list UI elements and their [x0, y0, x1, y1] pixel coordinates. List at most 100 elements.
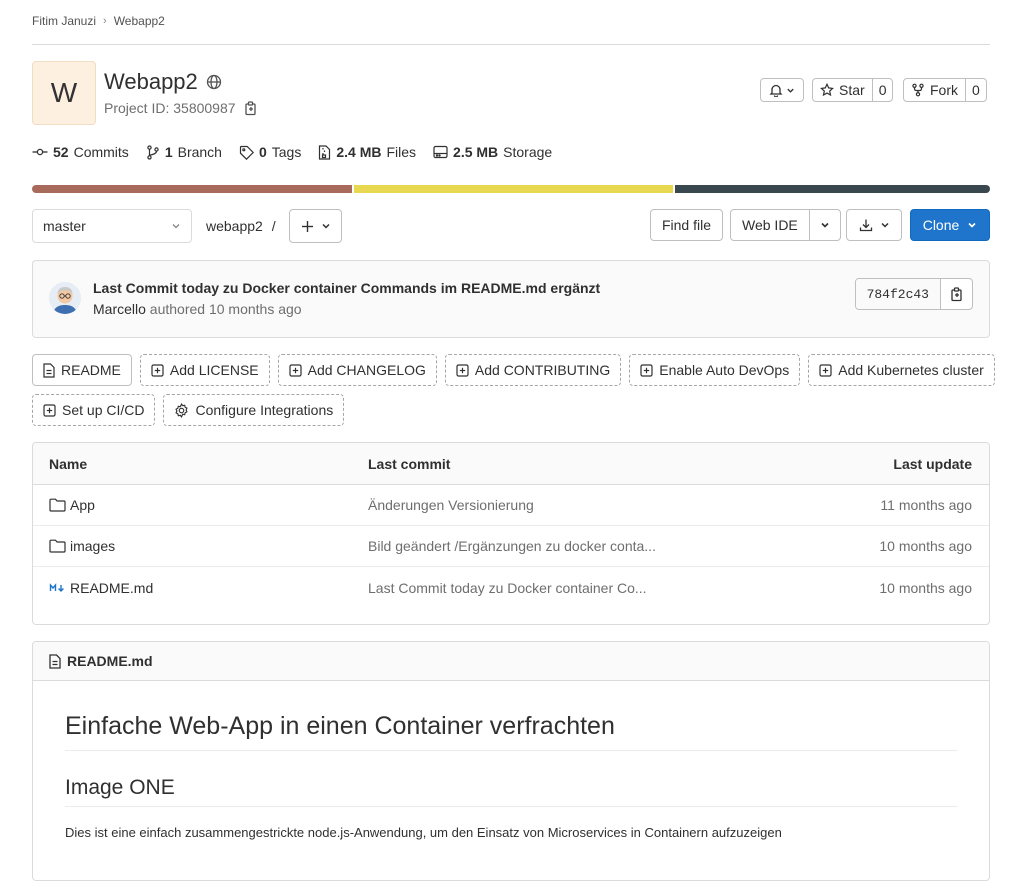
chevron-down-icon [967, 220, 977, 230]
commits-stat[interactable]: 52 Commits [32, 144, 129, 160]
commit-sha[interactable]: 784f2c43 [855, 279, 940, 309]
quick-action-label: Add CHANGELOG [307, 362, 426, 378]
file-name[interactable]: App [70, 497, 95, 513]
project-title[interactable]: Webapp2 [104, 69, 198, 95]
add-file-dropdown[interactable] [289, 209, 342, 243]
find-file-button[interactable]: Find file [650, 209, 723, 241]
clone-dropdown[interactable]: Clone [910, 209, 990, 241]
column-header-name: Name [49, 455, 88, 472]
fork-icon [911, 83, 925, 97]
notification-dropdown[interactable] [760, 78, 804, 102]
copy-icon[interactable] [244, 100, 258, 116]
storage-size: 2.5 MB [453, 144, 499, 160]
quick-action-button[interactable]: Set up CI/CD [32, 394, 156, 426]
file-last-commit[interactable]: Last Commit today zu Docker container Co… [368, 580, 798, 596]
commit-authored-label: authored [149, 301, 206, 317]
quick-action-button[interactable]: Add CHANGELOG [277, 354, 437, 386]
table-body: App Änderungen Versionierung 11 months ago… [33, 485, 989, 608]
table-row[interactable]: App Änderungen Versionierung 11 months ago [33, 485, 989, 526]
commit-meta: Marcello authored 10 months ago [93, 301, 302, 317]
quick-action-label: Set up CI/CD [62, 402, 145, 418]
star-count[interactable]: 0 [871, 79, 893, 101]
branch-label: Branch [177, 144, 222, 160]
project-avatar[interactable]: W [32, 61, 96, 125]
file-last-commit[interactable]: Änderungen Versionierung [368, 497, 798, 513]
quick-action-button[interactable]: Configure Integrations [163, 394, 345, 426]
download-icon [859, 218, 873, 232]
files-stat[interactable]: 2.4 MB Files [318, 144, 416, 160]
breadcrumb: Fitim Januzi › Webapp2 [32, 14, 165, 28]
file-last-commit[interactable]: Bild geändert /Ergänzungen zu docker con… [368, 538, 798, 554]
file-name[interactable]: images [70, 538, 115, 554]
quick-action-button[interactable]: Enable Auto DevOps [629, 354, 801, 386]
fork-button[interactable]: Fork [904, 79, 965, 101]
tags-stat[interactable]: 0 Tags [239, 144, 301, 160]
file-last-update: 10 months ago [879, 579, 972, 596]
fork-count[interactable]: 0 [965, 79, 986, 101]
readme-heading-1: Einfache Web-App in einen Container verf… [65, 712, 958, 751]
readme-header: README.md [33, 642, 989, 681]
star-group: Star 0 [812, 78, 894, 102]
file-name-cell: README.md [33, 580, 368, 596]
star-button[interactable]: Star [813, 79, 872, 101]
quick-action-label: Add CONTRIBUTING [474, 362, 611, 378]
branch-stat[interactable]: 1 Branch [146, 144, 222, 160]
globe-icon [206, 74, 222, 90]
readme-filename[interactable]: README.md [67, 653, 153, 669]
plus-square-icon [151, 363, 164, 377]
commits-count: 52 [53, 144, 69, 160]
project-title-row: Webapp2 [104, 69, 222, 95]
branch-selector[interactable]: master [32, 209, 192, 243]
copy-sha-button[interactable] [940, 279, 972, 309]
language-segment[interactable] [32, 185, 352, 193]
quick-action-button[interactable]: README [32, 354, 132, 386]
quick-action-button[interactable]: Add Kubernetes cluster [808, 354, 995, 386]
chevron-down-icon [820, 220, 830, 230]
web-ide-button[interactable]: Web IDE [731, 210, 809, 240]
quick-actions-row: README Add LICENSE Add CHANGELOG Add CONTRI… [32, 354, 995, 386]
web-ide-dropdown[interactable] [808, 210, 840, 240]
star-icon [820, 83, 834, 97]
column-header-last-update: Last update [893, 455, 972, 472]
quick-actions-row: Set up CI/CD Configure Integrations [32, 394, 345, 426]
hard-drive-icon [433, 145, 448, 159]
language-segment[interactable] [353, 185, 674, 193]
table-row[interactable]: README.md Last Commit today zu Docker con… [33, 567, 989, 608]
file-icon [49, 653, 61, 669]
table-row[interactable]: images Bild geändert /Ergänzungen zu dock… [33, 526, 989, 567]
readme-panel: README.md Einfache Web-App in einen Cont… [32, 641, 990, 881]
clone-label: Clone [922, 217, 960, 233]
breadcrumb-owner[interactable]: Fitim Januzi [32, 14, 96, 28]
quick-action-label: Add LICENSE [169, 362, 259, 378]
user-avatar[interactable] [49, 282, 81, 314]
file-last-update: 10 months ago [879, 538, 972, 554]
repo-path: webapp2 / [206, 218, 276, 234]
column-header-last-commit: Last commit [368, 455, 451, 472]
plus-square-icon [289, 363, 302, 377]
tags-label: Tags [271, 144, 302, 160]
breadcrumb-project[interactable]: Webapp2 [114, 14, 165, 28]
commit-time: 10 months ago [208, 301, 302, 317]
commit-author[interactable]: Marcello [93, 301, 146, 317]
quick-action-button[interactable]: Add LICENSE [139, 354, 270, 386]
language-segment[interactable] [675, 185, 990, 193]
tag-icon [239, 145, 254, 160]
plus-icon [301, 220, 314, 233]
language-bar[interactable] [32, 185, 990, 193]
settings-icon [174, 402, 189, 418]
commit-title[interactable]: Last Commit today zu Docker container Co… [93, 280, 600, 296]
file-last-update: 11 months ago [880, 497, 972, 513]
quick-action-button[interactable]: Add CONTRIBUTING [444, 354, 622, 386]
plus-square-icon [640, 363, 653, 377]
fork-label: Fork [930, 82, 958, 98]
branch-name: master [43, 218, 86, 234]
file-name-cell: App [33, 497, 368, 513]
file-name[interactable]: README.md [70, 580, 153, 596]
repo-path-name[interactable]: webapp2 [206, 218, 263, 234]
files-size: 2.4 MB [336, 144, 382, 160]
branch-icon [146, 144, 160, 160]
readme-paragraph: Dies ist eine einfach zusammengestrickte… [65, 825, 782, 840]
download-dropdown[interactable] [846, 209, 902, 241]
chevron-down-icon [880, 220, 890, 230]
project-id: Project ID: 35800987 [104, 100, 236, 116]
